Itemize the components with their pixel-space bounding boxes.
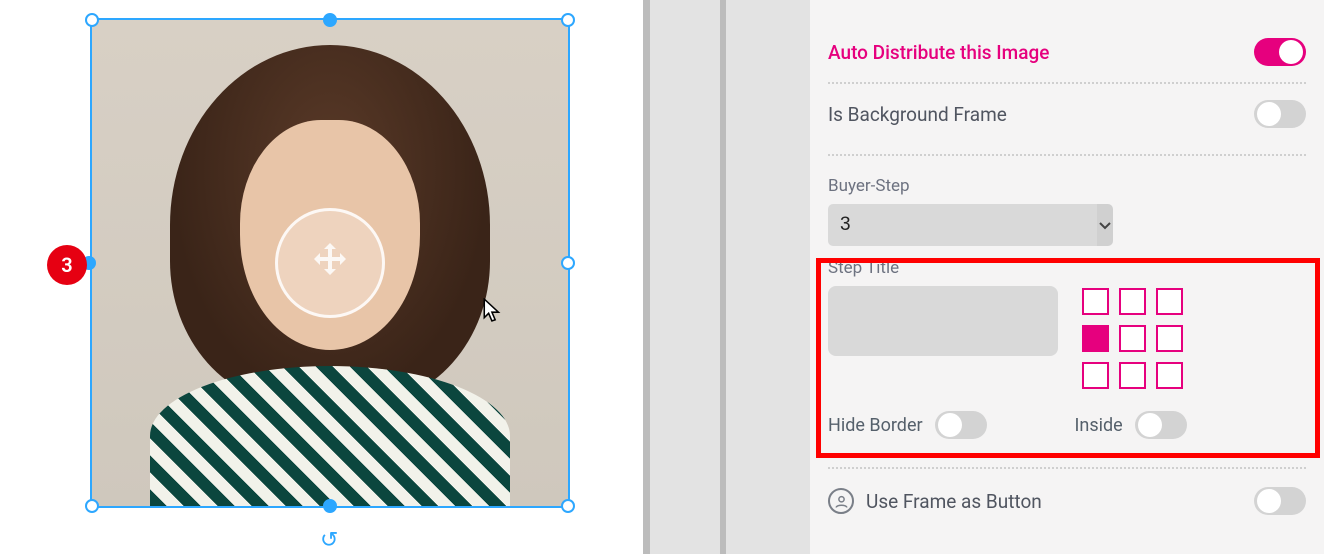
hide-border-label: Hide Border: [828, 415, 923, 436]
anchor-n[interactable]: [1119, 288, 1146, 315]
move-arrows-icon: [306, 239, 354, 287]
user-icon: [828, 488, 854, 514]
resize-handle-s[interactable]: [323, 499, 337, 513]
row-use-frame-as-button: Use Frame as Button: [828, 467, 1306, 515]
resize-handle-sw[interactable]: [85, 499, 99, 513]
is-background-label: Is Background Frame: [828, 103, 1007, 126]
resize-handle-se[interactable]: [561, 499, 575, 513]
anchor-s[interactable]: [1119, 362, 1146, 389]
undo-icon[interactable]: ↺: [320, 528, 338, 553]
use-frame-as-button-label: Use Frame as Button: [866, 490, 1042, 513]
hide-border-toggle[interactable]: [935, 411, 987, 439]
row-auto-distribute: Auto Distribute this Image: [828, 28, 1306, 82]
auto-distribute-toggle[interactable]: [1254, 38, 1306, 66]
buyer-step-value[interactable]: [828, 204, 1097, 246]
step-badge: 3: [47, 245, 87, 285]
selected-image-frame[interactable]: [90, 18, 570, 508]
is-background-toggle[interactable]: [1254, 100, 1306, 128]
anchor-c[interactable]: [1119, 325, 1146, 352]
resize-handle-ne[interactable]: [561, 13, 575, 27]
panel-divider[interactable]: [640, 0, 810, 554]
row-is-background: Is Background Frame: [828, 82, 1306, 144]
cursor-arrow-icon: [482, 298, 504, 326]
inside-toggle[interactable]: [1135, 411, 1187, 439]
auto-distribute-label: Auto Distribute this Image: [828, 41, 1049, 64]
chevron-down-icon[interactable]: [1097, 204, 1113, 246]
anchor-w[interactable]: [1082, 325, 1109, 352]
step-title-label: Step Title: [828, 258, 1306, 278]
section-step-title: Step Title Hide Border Inside: [828, 258, 1306, 439]
inside-label: Inside: [1075, 415, 1123, 436]
section-buyer-step: Buyer-Step: [828, 154, 1306, 246]
anchor-se[interactable]: [1156, 362, 1183, 389]
resize-handle-nw[interactable]: [85, 13, 99, 27]
anchor-ne[interactable]: [1156, 288, 1183, 315]
anchor-grid[interactable]: [1082, 288, 1183, 389]
inspector-panel: Auto Distribute this Image Is Background…: [810, 0, 1324, 554]
anchor-sw[interactable]: [1082, 362, 1109, 389]
step-title-input[interactable]: [828, 286, 1058, 356]
use-frame-as-button-toggle[interactable]: [1254, 487, 1306, 515]
canvas-area[interactable]: 3 ↺: [0, 0, 640, 554]
buyer-step-label: Buyer-Step: [828, 176, 1306, 196]
anchor-e[interactable]: [1156, 325, 1183, 352]
buyer-step-select[interactable]: [828, 204, 1058, 246]
resize-handle-e[interactable]: [561, 256, 575, 270]
anchor-nw[interactable]: [1082, 288, 1109, 315]
resize-handle-n[interactable]: [323, 13, 337, 27]
move-handle[interactable]: [275, 208, 385, 318]
